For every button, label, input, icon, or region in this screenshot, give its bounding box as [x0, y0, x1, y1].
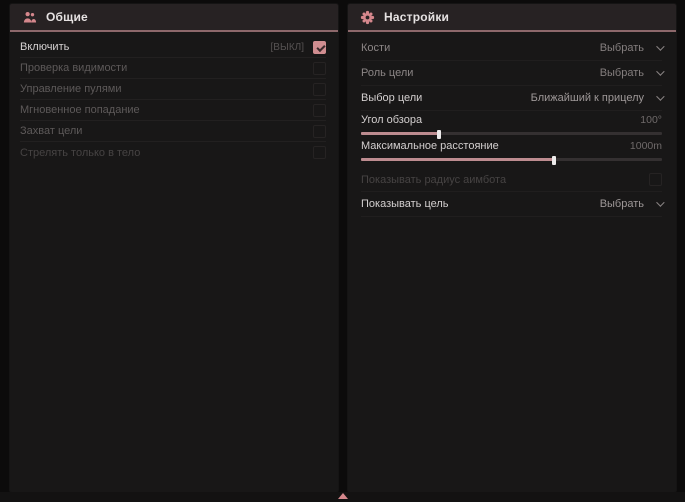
- setting-label: Показывать радиус аимбота: [361, 174, 506, 186]
- target-selection-row: Выбор цели Ближайший к прицелу: [361, 86, 662, 111]
- toggle-row-target-lock[interactable]: Захват цели: [20, 121, 326, 142]
- setting-label: Показывать цель: [361, 198, 449, 210]
- toggle-label: Проверка видимости: [20, 62, 313, 74]
- target-selection-dropdown[interactable]: Ближайший к прицелу: [531, 92, 662, 104]
- max-distance-topline: Максимальное расстояние 1000m: [361, 140, 662, 152]
- slider-thumb[interactable]: [437, 130, 441, 139]
- setting-label: Кости: [361, 42, 390, 54]
- hotkey-hint: [ВЫКЛ]: [271, 42, 304, 53]
- panel-title: Настройки: [384, 10, 449, 24]
- enable-checkbox[interactable]: [313, 41, 326, 54]
- show-aimbot-radius-row[interactable]: Показывать радиус аимбота: [361, 168, 662, 192]
- chevron-down-icon: [656, 92, 664, 100]
- instant-hit-checkbox[interactable]: [313, 104, 326, 117]
- chevron-down-icon: [656, 67, 664, 75]
- setting-label: Максимальное расстояние: [361, 140, 499, 152]
- slider-fill: [361, 158, 554, 161]
- panel-general-body: Включить [ВЫКЛ] Проверка видимости Управ…: [10, 32, 338, 492]
- panel-settings-body: Кости Выбрать Роль цели Выбрать Выбор це…: [348, 32, 676, 492]
- scroll-up-indicator[interactable]: [338, 493, 348, 499]
- bones-dropdown[interactable]: Выбрать: [600, 42, 662, 54]
- panel-general: Общие Включить [ВЫКЛ] Проверка видимости…: [10, 4, 338, 492]
- toggle-row-bullet-control[interactable]: Управление пулями: [20, 79, 326, 100]
- chevron-down-icon: [656, 198, 664, 206]
- max-distance-row: Максимальное расстояние 1000m: [361, 137, 662, 163]
- show-target-dropdown[interactable]: Выбрать: [600, 198, 662, 210]
- toggle-label: Мгновенное попадание: [20, 104, 313, 116]
- show-target-row: Показывать цель Выбрать: [361, 192, 662, 217]
- panel-settings-header: Настройки: [348, 4, 676, 30]
- toggle-row-body-only[interactable]: Стрелять только в тело: [20, 142, 326, 163]
- toggle-label: Включить: [20, 41, 271, 53]
- dropdown-value: Выбрать: [600, 42, 644, 54]
- people-icon: [22, 10, 37, 25]
- target-role-row: Роль цели Выбрать: [361, 61, 662, 86]
- bones-row: Кости Выбрать: [361, 36, 662, 61]
- panel-settings: Настройки Кости Выбрать Роль цели Выбрат…: [348, 4, 676, 492]
- toggle-label: Захват цели: [20, 125, 313, 137]
- fov-topline: Угол обзора 100°: [361, 114, 662, 126]
- toggle-label: Стрелять только в тело: [20, 147, 313, 159]
- chevron-down-icon: [656, 42, 664, 50]
- fov-value: 100°: [640, 114, 662, 126]
- toggle-row-enable[interactable]: Включить [ВЫКЛ]: [20, 37, 326, 58]
- target-lock-checkbox[interactable]: [313, 125, 326, 138]
- target-role-dropdown[interactable]: Выбрать: [600, 67, 662, 79]
- setting-label: Выбор цели: [361, 92, 422, 104]
- dropdown-value: Выбрать: [600, 67, 644, 79]
- fov-slider[interactable]: [361, 130, 662, 137]
- setting-label: Угол обзора: [361, 114, 422, 126]
- visibility-check-checkbox[interactable]: [313, 62, 326, 75]
- dropdown-value: Выбрать: [600, 198, 644, 210]
- panels-container: Общие Включить [ВЫКЛ] Проверка видимости…: [10, 4, 676, 492]
- dropdown-value: Ближайший к прицелу: [531, 92, 644, 104]
- body-only-checkbox[interactable]: [313, 146, 326, 159]
- toggle-row-visibility-check[interactable]: Проверка видимости: [20, 58, 326, 79]
- toggle-row-instant-hit[interactable]: Мгновенное попадание: [20, 100, 326, 121]
- slider-fill: [361, 132, 439, 135]
- toggle-label: Управление пулями: [20, 83, 313, 95]
- gear-icon: [360, 10, 375, 25]
- bullet-control-checkbox[interactable]: [313, 83, 326, 96]
- show-aimbot-radius-checkbox[interactable]: [649, 173, 662, 186]
- slider-thumb[interactable]: [552, 156, 556, 165]
- max-distance-slider[interactable]: [361, 156, 662, 163]
- panel-general-header: Общие: [10, 4, 338, 30]
- panel-title: Общие: [46, 10, 88, 24]
- max-distance-value: 1000m: [630, 140, 662, 152]
- setting-label: Роль цели: [361, 67, 413, 79]
- fov-row: Угол обзора 100°: [361, 111, 662, 137]
